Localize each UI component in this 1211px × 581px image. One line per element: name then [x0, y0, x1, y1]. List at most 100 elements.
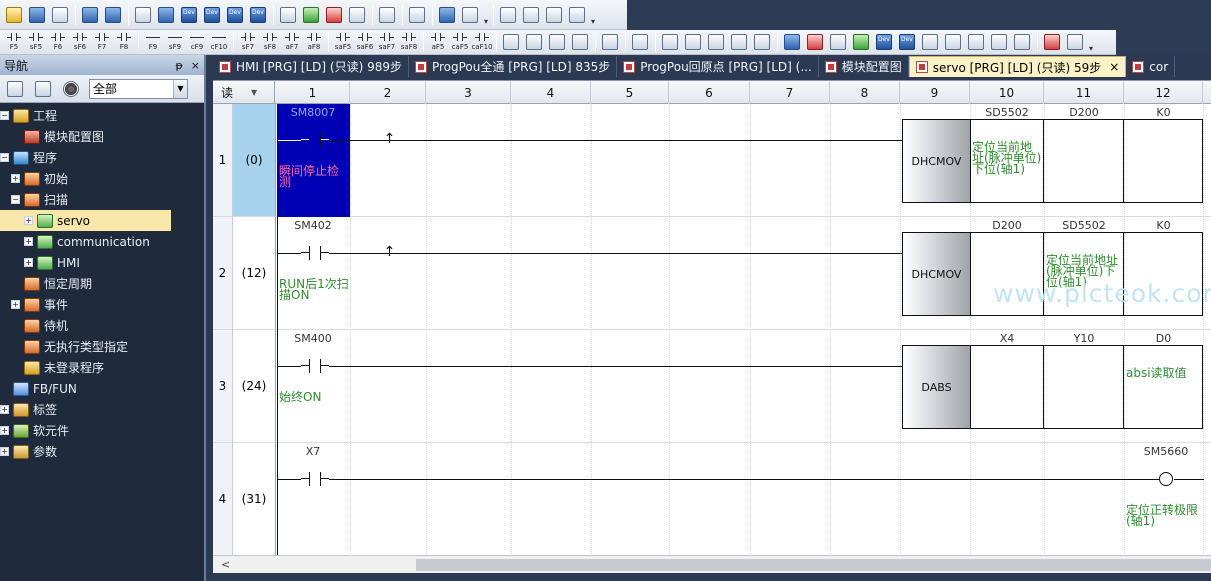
ladder-extra-4[interactable] [569, 31, 591, 53]
step-number[interactable]: (31) [233, 443, 276, 556]
check-button[interactable] [300, 4, 322, 26]
editor-tab[interactable]: servo [PRG] [LD] (只读) 59步 × [908, 56, 1127, 77]
tree-item[interactable]: − 工程 [0, 105, 204, 126]
ladder-extra-7[interactable] [659, 31, 681, 53]
settings-button[interactable] [58, 78, 84, 100]
normally-open-contact[interactable] [301, 472, 329, 486]
tree-item[interactable]: − 程序 [0, 147, 204, 168]
ladder-tool-5[interactable]: F8 [113, 31, 135, 53]
ladder-tool-19[interactable]: caF5 [449, 31, 471, 53]
ladder-extra-19[interactable] [942, 31, 964, 53]
layout-button-2[interactable] [520, 4, 542, 26]
pin-button[interactable]: ᵽ [175, 59, 182, 72]
expand-icon[interactable]: + [0, 447, 9, 456]
ladder-extra-2[interactable] [523, 31, 545, 53]
ladder-tool-13[interactable]: aF8 [303, 31, 325, 53]
ladder-extra-5[interactable] [599, 31, 621, 53]
tree-item[interactable]: − 扫描 [0, 189, 204, 210]
expand-icon[interactable]: + [24, 216, 33, 225]
ladder-extra-17[interactable] [896, 31, 918, 53]
close-tab-icon[interactable]: × [1109, 60, 1119, 74]
project-button[interactable] [3, 4, 25, 26]
collapse-icon[interactable]: − [11, 195, 20, 204]
tree-item[interactable]: FB/FUN [0, 378, 204, 399]
toolbar-overflow-icon[interactable]: ▾ [589, 4, 597, 26]
ladder-extra-16[interactable] [873, 31, 895, 53]
editor-tab[interactable]: ProgPou回原点 [PRG] [LD] (... [617, 56, 819, 77]
tool-button[interactable] [346, 4, 368, 26]
instruction-block[interactable]: DHCMOV [902, 119, 971, 203]
ladder-extra-24[interactable] [1064, 31, 1086, 53]
tree-item[interactable]: + servo [0, 210, 171, 231]
instruction-block[interactable]: DABS [902, 345, 971, 429]
window-button[interactable] [79, 4, 101, 26]
ladder-tool-8[interactable]: cF9 [186, 31, 208, 53]
close-panel-button[interactable]: × [191, 59, 200, 72]
ladder-extra-9[interactable] [705, 31, 727, 53]
ladder-tool-11[interactable]: sF8 [259, 31, 281, 53]
save-button[interactable] [26, 4, 48, 26]
ladder-tool-3[interactable]: sF6 [69, 31, 91, 53]
ladder-tool-17[interactable]: saF8 [398, 31, 420, 53]
row-number[interactable]: 3 [213, 330, 233, 443]
ladder-extra-3[interactable] [546, 31, 568, 53]
find-button[interactable] [132, 4, 154, 26]
expand-icon[interactable]: + [11, 174, 20, 183]
operand-cell[interactable] [1124, 345, 1203, 429]
toolbar-overflow-icon[interactable]: ▾ [1087, 31, 1095, 53]
ladder-tool-9[interactable]: cF10 [208, 31, 230, 53]
expand-icon[interactable]: + [24, 237, 33, 246]
operand-cell[interactable] [1124, 119, 1203, 203]
ladder-extra-11[interactable] [751, 31, 773, 53]
tree-item[interactable]: + 初始 [0, 168, 204, 189]
print-button[interactable] [459, 4, 481, 26]
ladder-tool-15[interactable]: saF6 [354, 31, 376, 53]
tree-item[interactable]: + communication [0, 231, 204, 252]
editor-tab[interactable]: 模块配置图 [819, 56, 909, 77]
step-number[interactable]: (24) [233, 330, 276, 443]
ladder-tool-12[interactable]: aF7 [281, 31, 303, 53]
contact-device[interactable]: SM8007 [283, 106, 343, 119]
tree-item[interactable]: 无执行类型指定 [0, 336, 204, 357]
ladder-extra-23[interactable] [1041, 31, 1063, 53]
layout-button-3[interactable] [543, 4, 565, 26]
monitor-button[interactable] [376, 4, 398, 26]
toolbar-overflow-icon[interactable]: ▾ [482, 4, 490, 26]
ladder-tool-7[interactable]: sF9 [164, 31, 186, 53]
read-mode-select[interactable]: 读 ▼ [213, 81, 275, 104]
module-button[interactable] [49, 4, 71, 26]
ladder-tool-0[interactable]: F5 [3, 31, 25, 53]
contact-device[interactable]: SM402 [283, 219, 343, 232]
normally-open-contact[interactable] [301, 246, 329, 260]
step-number[interactable]: (0) [233, 104, 276, 217]
ladder-extra-1[interactable] [500, 31, 522, 53]
device-test-button[interactable] [247, 4, 269, 26]
expand-icon[interactable]: + [0, 426, 9, 435]
contact-device[interactable]: SM400 [283, 332, 343, 345]
instruction-block[interactable]: DHCMOV [902, 232, 971, 316]
cancel-check-button[interactable] [323, 4, 345, 26]
ladder-tool-2[interactable]: F6 [47, 31, 69, 53]
tree-item[interactable]: + 软元件 [0, 420, 204, 441]
scrollbar-thumb[interactable] [416, 559, 1211, 571]
horizontal-scrollbar[interactable]: < [213, 555, 1211, 573]
normally-open-contact[interactable] [301, 359, 329, 373]
ladder-tool-14[interactable]: saF5 [332, 31, 354, 53]
device-dropdown-button[interactable] [178, 4, 200, 26]
ladder-extra-22[interactable] [1011, 31, 1033, 53]
editor-tab[interactable]: ProgPou全通 [PRG] [LD] 835步 [409, 56, 618, 77]
layout-button-1[interactable] [497, 4, 519, 26]
ladder-tool-18[interactable]: aF5 [427, 31, 449, 53]
operand-cell[interactable] [1044, 119, 1124, 203]
tree-item[interactable]: 恒定周期 [0, 273, 204, 294]
ladder-extra-14[interactable] [827, 31, 849, 53]
coil-device[interactable]: SM5660 [1134, 445, 1198, 458]
step-number[interactable]: (12) [233, 217, 276, 330]
ladder-tool-16[interactable]: saF7 [376, 31, 398, 53]
collapse-button[interactable] [30, 78, 56, 100]
ladder-tool-4[interactable]: F7 [91, 31, 113, 53]
tree-item[interactable]: + 标签 [0, 399, 204, 420]
ladder-extra-8[interactable] [682, 31, 704, 53]
row-number[interactable]: 1 [213, 104, 233, 217]
ladder-extra-21[interactable] [988, 31, 1010, 53]
